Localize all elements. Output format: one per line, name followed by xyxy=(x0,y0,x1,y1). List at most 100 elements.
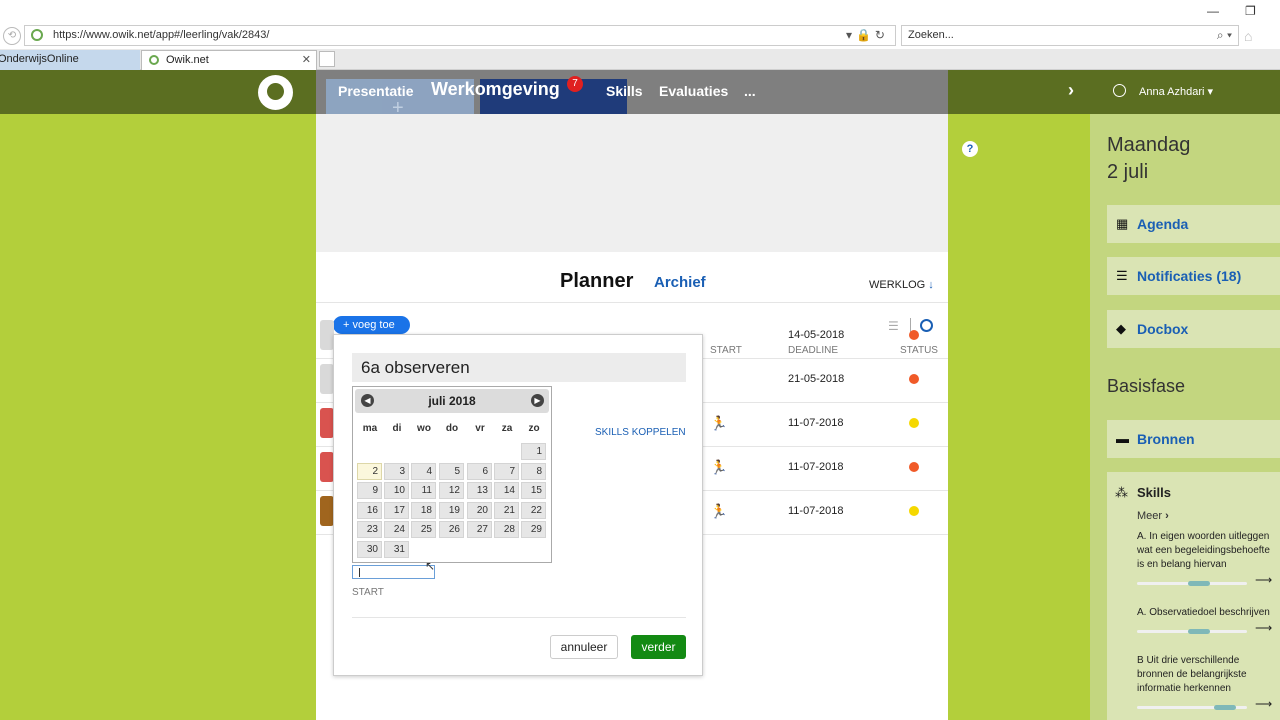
calendar-day[interactable]: 9 xyxy=(357,482,382,499)
column-status[interactable]: STATUS xyxy=(900,345,938,356)
calendar-day[interactable]: 5 xyxy=(439,462,464,480)
divider xyxy=(352,617,686,618)
nav-evaluaties[interactable]: Evaluaties xyxy=(659,83,728,99)
task-thumbnail[interactable] xyxy=(320,364,334,394)
calendar-day[interactable]: 25 xyxy=(411,521,436,538)
address-bar[interactable]: https://www.owik.net/app#/leerling/vak/2… xyxy=(24,25,896,46)
calendar-day[interactable]: 3 xyxy=(384,462,409,480)
slider-knob[interactable] xyxy=(1214,705,1236,710)
restore-icon[interactable]: ❐ xyxy=(1245,4,1256,18)
skill-progress-slider[interactable] xyxy=(1137,581,1247,586)
nav-more[interactable]: ... xyxy=(744,83,756,99)
skills-koppelen-link[interactable]: SKILLS KOPPELEN xyxy=(595,427,686,438)
calendar-day[interactable]: 30 xyxy=(357,540,382,558)
calendar-day[interactable]: 17 xyxy=(384,501,409,519)
arrow-right-icon[interactable]: ⟶ xyxy=(1255,697,1272,711)
meer-link[interactable]: Meer › xyxy=(1137,510,1169,522)
calendar-day[interactable]: 23 xyxy=(357,521,382,538)
calendar-day[interactable]: 6 xyxy=(467,462,492,480)
book-icon: ▬ xyxy=(1116,431,1129,446)
task-title-input[interactable]: 6a observeren xyxy=(352,353,686,382)
slider-knob[interactable] xyxy=(1187,629,1210,634)
owik-logo[interactable] xyxy=(258,75,293,110)
docbox-card[interactable]: ◆ Docbox xyxy=(1107,310,1280,348)
skills-title: Skills xyxy=(1137,485,1171,500)
new-tab-button[interactable] xyxy=(319,51,335,67)
bronnen-card[interactable]: ▬ Bronnen xyxy=(1107,420,1280,458)
calendar-day[interactable]: 29 xyxy=(521,521,546,538)
cancel-button[interactable]: annuleer xyxy=(550,635,618,659)
arrow-right-icon[interactable]: ⟶ xyxy=(1255,573,1272,587)
archief-link[interactable]: Archief xyxy=(654,274,706,291)
column-deadline[interactable]: DEADLINE xyxy=(788,345,838,356)
clock-icon[interactable] xyxy=(920,319,933,332)
agenda-card[interactable]: ▦ Agenda xyxy=(1107,205,1280,243)
calendar-day[interactable]: 18 xyxy=(411,501,436,519)
add-button[interactable]: + voeg toe xyxy=(333,316,410,334)
address-tools-icon[interactable]: ▾🔒↻ xyxy=(846,28,889,42)
column-start[interactable]: START xyxy=(710,345,742,356)
calendar-day[interactable]: 7 xyxy=(494,462,519,480)
calendar-day[interactable]: 21 xyxy=(494,501,519,519)
calendar-day[interactable]: 22 xyxy=(521,501,546,519)
calendar-day[interactable]: 24 xyxy=(384,521,409,538)
list-view-icon[interactable]: ☰ xyxy=(888,319,899,333)
start-runner-icon[interactable]: 🏃 xyxy=(710,415,727,432)
skill-progress-slider[interactable] xyxy=(1137,705,1247,710)
calendar-day[interactable]: 1 xyxy=(521,443,546,460)
search-input[interactable]: Zoeken... ⌕ ▾ xyxy=(901,25,1239,46)
calendar-day[interactable]: 2 xyxy=(357,462,382,480)
start-runner-icon[interactable]: 🏃 xyxy=(710,503,727,520)
user-menu[interactable]: Anna Azhdari ▾ xyxy=(1113,84,1213,98)
tab-owik[interactable]: Owik.net ✕ xyxy=(141,50,317,70)
arrow-right-icon[interactable]: ⟶ xyxy=(1255,621,1272,635)
calendar-day[interactable]: 31 xyxy=(384,540,409,558)
close-tab-icon[interactable]: ✕ xyxy=(302,51,311,69)
task-thumbnail[interactable] xyxy=(320,320,334,350)
weekday-header: do xyxy=(445,423,459,434)
skill-item[interactable]: A. Observatiedoel beschrijven xyxy=(1137,606,1280,620)
nav-presentatie[interactable]: Presentatie xyxy=(338,83,413,99)
address-url[interactable]: https://www.owik.net/app#/leerling/vak/2… xyxy=(53,29,269,41)
skill-progress-slider[interactable] xyxy=(1137,629,1247,634)
calendar-day[interactable]: 10 xyxy=(384,482,409,499)
calendar-day[interactable]: 19 xyxy=(439,501,464,519)
calendar-month: juli 2018 xyxy=(428,394,476,408)
calendar-day[interactable]: 14 xyxy=(494,482,519,499)
werklog-button[interactable]: WERKLOG ↓ xyxy=(869,279,934,291)
chevron-right-icon[interactable]: › xyxy=(1068,80,1074,101)
calendar-day[interactable]: 8 xyxy=(521,462,546,480)
help-icon[interactable]: ? xyxy=(962,141,978,157)
start-date-input[interactable] xyxy=(352,565,435,579)
search-icon[interactable]: ⌕ ▾ xyxy=(1217,28,1232,43)
task-thumbnail[interactable] xyxy=(320,452,334,482)
minimize-icon[interactable]: — xyxy=(1207,4,1219,18)
page: + Presentatie Werkomgeving 7 Skills Eval… xyxy=(0,70,1280,720)
calendar-day[interactable]: 15 xyxy=(521,482,546,499)
notificaties-card[interactable]: ☰ Notificaties (18) xyxy=(1107,257,1280,295)
right-sidebar: Anna Azhdari ▾ Maandag 2 juli ▦ Agenda ☰… xyxy=(1090,70,1280,720)
nav-skills[interactable]: Skills xyxy=(606,83,643,99)
task-thumbnail[interactable] xyxy=(320,408,334,438)
next-month-icon[interactable]: ▶ xyxy=(531,394,544,407)
tab-onderwijsonline[interactable]: OnderwijsOnline xyxy=(0,50,140,70)
calendar-day[interactable]: 27 xyxy=(467,521,492,538)
skill-item[interactable]: A. In eigen woorden uitleggen wat een beg… xyxy=(1137,530,1280,572)
start-runner-icon[interactable]: 🏃 xyxy=(710,459,727,476)
home-icon[interactable]: ⌂ xyxy=(1244,28,1256,44)
slider-knob[interactable] xyxy=(1187,581,1210,586)
calendar-day[interactable]: 11 xyxy=(411,482,436,499)
back-icon[interactable]: ⟲ xyxy=(3,27,21,45)
task-thumbnail[interactable] xyxy=(320,496,334,526)
skill-text: informatie herkennen xyxy=(1137,683,1231,694)
calendar-day[interactable]: 4 xyxy=(411,462,436,480)
nav-werkomgeving[interactable]: Werkomgeving xyxy=(431,79,560,100)
calendar-day[interactable]: 12 xyxy=(439,482,464,499)
calendar-day[interactable]: 28 xyxy=(494,521,519,538)
calendar-day[interactable]: 13 xyxy=(467,482,492,499)
calendar-day[interactable]: 20 xyxy=(467,501,492,519)
skill-item[interactable]: B Uit drie verschillende bronnen de belan… xyxy=(1137,654,1280,696)
next-button[interactable]: verder xyxy=(631,635,686,659)
calendar-day[interactable]: 16 xyxy=(357,501,382,519)
calendar-day[interactable]: 26 xyxy=(439,521,464,538)
